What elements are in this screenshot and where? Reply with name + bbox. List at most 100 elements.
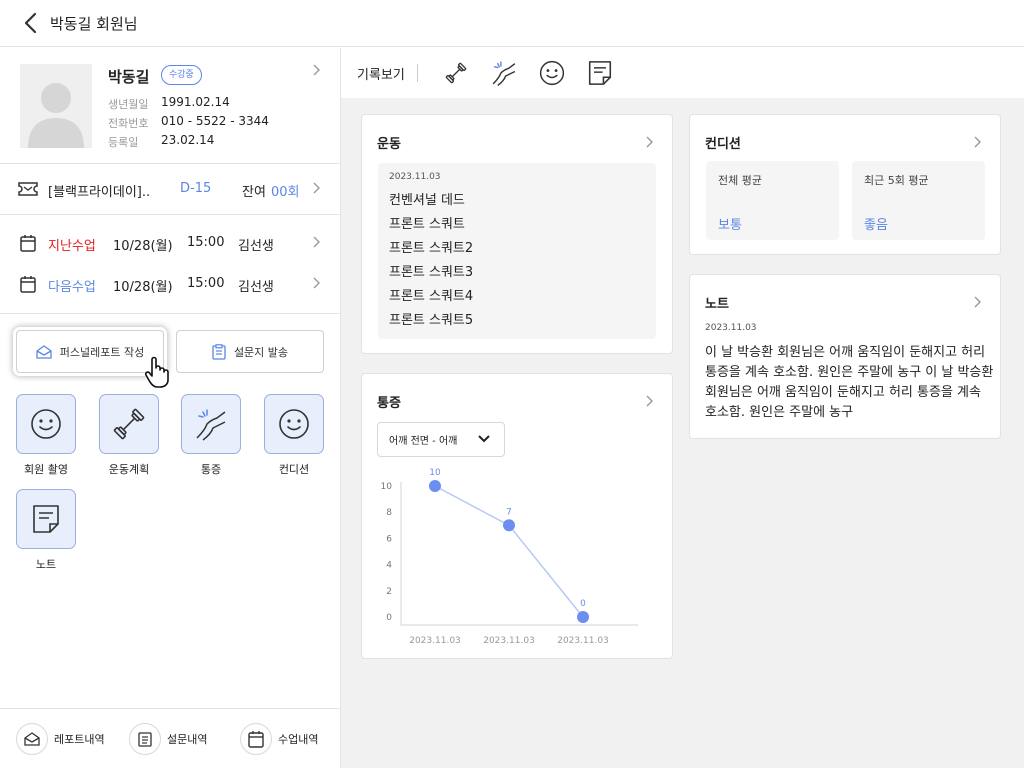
chevron-right-icon[interactable]	[974, 296, 982, 308]
recent-average-box: 최근 5회 평균 좋음	[852, 161, 985, 240]
report-history-button[interactable]: 레포트내역	[16, 722, 105, 756]
list-item: 프론트 스쿼트3	[389, 265, 474, 280]
prev-lesson-row[interactable]: 지난수업 10/28(월) 15:00 김선생	[0, 224, 340, 264]
chevron-right-icon	[313, 64, 320, 76]
avatar	[20, 64, 92, 148]
ticket-name: [블랙프라이데이]..	[48, 185, 151, 200]
report-icon	[24, 732, 40, 746]
send-survey-label: 설문지 발송	[233, 345, 289, 359]
prev-lesson-date: 10/28(월)	[113, 239, 173, 254]
exercise-title: 운동	[377, 137, 401, 152]
exercise-list: 컨벤셔널 데드 프론트 스쿼트 프론트 스쿼트2 프론트 스쿼트3 프론트 스쿼…	[389, 193, 473, 337]
bottom-nav: 레포트내역 설문내역 수업내역	[0, 708, 340, 768]
chevron-right-icon[interactable]	[646, 136, 654, 148]
data-label: 7	[506, 507, 512, 517]
y-tick-label: 8	[386, 508, 392, 518]
y-tick-label: 2	[386, 587, 392, 597]
overall-average-box: 전체 평균 보통	[706, 161, 839, 240]
y-tick-label: 0	[386, 613, 392, 623]
dumbbell-icon	[445, 62, 467, 84]
tile-box	[16, 394, 76, 454]
tile-condition[interactable]: 컨디션	[264, 394, 324, 477]
tile-label: 운동계획	[108, 463, 150, 476]
list-item: 프론트 스쿼트4	[389, 289, 474, 304]
condition-card: 컨디션 전체 평균 보통 최근 5회 평균 좋음	[689, 114, 1001, 255]
next-lesson-time: 15:00	[187, 276, 225, 291]
smile-icon	[279, 409, 309, 439]
prev-lesson-label: 지난수업	[48, 239, 96, 254]
tile-pain[interactable]: 통증	[181, 394, 241, 477]
phone-label: 전화번호	[108, 117, 149, 130]
filter-note-button[interactable]	[576, 56, 624, 90]
records-toolbar: 기록보기	[341, 48, 1024, 98]
person-placeholder-icon	[28, 83, 84, 148]
list-item: 프론트 스쿼트2	[389, 241, 474, 256]
chevron-right-icon	[313, 182, 320, 194]
condition-title: 컨디션	[705, 137, 741, 152]
note-card: 노트 2023.11.03 이 날 박승환 회원님은 어깨 움직임이 둔해지고 …	[689, 274, 1001, 439]
records-label: 기록보기	[357, 67, 405, 83]
filter-condition-button[interactable]	[528, 56, 576, 90]
chevron-right-icon[interactable]	[974, 136, 982, 148]
survey-history-label: 설문내역	[167, 733, 208, 746]
filter-workout-button[interactable]	[432, 56, 480, 90]
list-item: 프론트 스쿼트5	[389, 313, 474, 328]
smile-icon	[539, 60, 564, 86]
x-tick-label: 2023.11.03	[557, 636, 609, 646]
tile-label: 통증	[200, 463, 222, 476]
ticket-icon	[18, 182, 38, 196]
ticket-remain-value: 00회	[271, 185, 300, 200]
ticket-row[interactable]: [블랙프라이데이].. D-15 잔여 00회	[0, 165, 340, 215]
pain-line-chart: 0 2 4 6 8 10 2023.11.03 2023.11.03 2023.11.03 10 7…	[381, 468, 638, 646]
next-lesson-row[interactable]: 다음수업 10/28(월) 15:00 김선생	[0, 265, 340, 305]
data-point	[429, 480, 441, 492]
ticket-remain-label: 잔여	[242, 185, 266, 200]
exercise-card: 운동 2023.11.03 컨벤셔널 데드 프론트 스쿼트 프론트 스쿼트2 프…	[361, 114, 673, 354]
bb-circle	[129, 723, 161, 755]
report-icon	[36, 344, 52, 359]
tile-label: 노트	[35, 558, 57, 571]
reg-label: 등록일	[108, 136, 139, 149]
phone-value: 010 - 5522 - 3344	[161, 114, 269, 128]
lesson-history-button[interactable]: 수업내역	[240, 722, 318, 756]
tile-label: 회원 촬영	[24, 463, 68, 476]
note-title: 노트	[705, 297, 729, 312]
divider	[0, 313, 340, 314]
filter-pain-button[interactable]	[480, 56, 528, 90]
clipboard-icon	[138, 732, 152, 747]
tile-box	[264, 394, 324, 454]
tile-note[interactable]: 노트	[16, 489, 76, 572]
smile-icon	[31, 409, 61, 439]
dumbbell-icon	[113, 408, 145, 440]
pain-icon	[492, 61, 516, 87]
calendar-icon	[20, 276, 36, 293]
divider	[416, 64, 418, 82]
reg-value: 23.02.14	[161, 133, 215, 147]
status-badge: 수강중	[161, 65, 202, 85]
hand-pointer-icon	[144, 356, 169, 388]
calendar-icon	[248, 731, 264, 748]
clipboard-icon	[212, 343, 226, 360]
prev-lesson-time: 15:00	[187, 235, 225, 250]
next-lesson-teacher: 김선생	[238, 280, 274, 295]
x-tick-label: 2023.11.03	[409, 636, 461, 646]
survey-history-button[interactable]: 설문내역	[129, 722, 207, 756]
exercise-date: 2023.11.03	[389, 172, 441, 182]
member-profile[interactable]: 박동길 수강중 생년월일 1991.02.14 전화번호 010 - 5522 …	[0, 48, 340, 164]
prev-lesson-teacher: 김선생	[238, 239, 274, 254]
y-tick-label: 6	[386, 534, 392, 544]
bb-circle	[240, 723, 272, 755]
overall-average-value: 보통	[718, 218, 742, 233]
bb-circle	[16, 723, 48, 755]
calendar-icon	[20, 235, 36, 252]
tile-workout-plan[interactable]: 운동계획	[99, 394, 159, 477]
tile-member-photo[interactable]: 회원 촬영	[16, 394, 76, 477]
note-date: 2023.11.03	[705, 323, 757, 333]
write-report-label: 퍼스널레포트 작성	[59, 345, 145, 359]
back-button[interactable]	[16, 9, 44, 37]
send-survey-button[interactable]: 설문지 발송	[176, 330, 324, 373]
page-title: 박동길 회원님	[50, 14, 138, 33]
report-history-label: 레포트내역	[54, 733, 105, 746]
chevron-right-icon	[313, 236, 320, 248]
tile-box	[16, 489, 76, 549]
